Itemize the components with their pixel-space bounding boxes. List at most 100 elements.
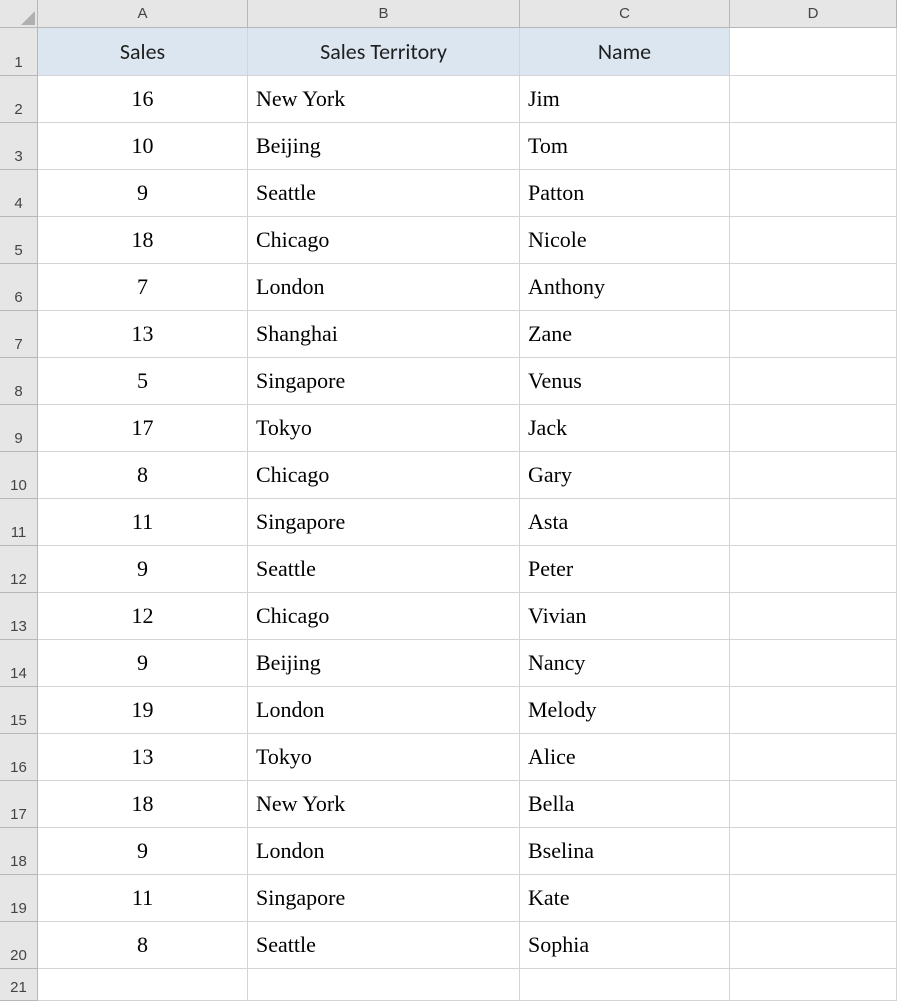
column-header-B[interactable]: B — [248, 0, 520, 28]
row-header-2[interactable]: 2 — [0, 76, 38, 123]
cell-territory[interactable]: Tokyo — [248, 405, 520, 452]
cell-sales[interactable]: 18 — [38, 781, 248, 828]
cell-sales[interactable]: 18 — [38, 217, 248, 264]
cell-name[interactable]: Venus — [520, 358, 730, 405]
cell-sales[interactable]: 16 — [38, 76, 248, 123]
cell-sales[interactable]: 9 — [38, 170, 248, 217]
cell-name[interactable]: Patton — [520, 170, 730, 217]
row-header-18[interactable]: 18 — [0, 828, 38, 875]
cell-D15[interactable] — [730, 687, 897, 734]
cell-name[interactable]: Anthony — [520, 264, 730, 311]
row-header-20[interactable]: 20 — [0, 922, 38, 969]
cell-name[interactable]: Bella — [520, 781, 730, 828]
cell-sales[interactable]: 7 — [38, 264, 248, 311]
cell-D11[interactable] — [730, 499, 897, 546]
cell-territory[interactable]: Tokyo — [248, 734, 520, 781]
row-header-3[interactable]: 3 — [0, 123, 38, 170]
column-header-C[interactable]: C — [520, 0, 730, 28]
spreadsheet-grid[interactable]: ABCD1SalesSales TerritoryName216New York… — [0, 0, 897, 1001]
column-header-A[interactable]: A — [38, 0, 248, 28]
row-header-15[interactable]: 15 — [0, 687, 38, 734]
cell-sales[interactable]: 11 — [38, 875, 248, 922]
header-sales[interactable]: Sales — [38, 28, 248, 76]
cell-D9[interactable] — [730, 405, 897, 452]
cell-territory[interactable]: New York — [248, 76, 520, 123]
row-header-6[interactable]: 6 — [0, 264, 38, 311]
cell-territory[interactable]: Singapore — [248, 499, 520, 546]
cell-sales[interactable]: 8 — [38, 922, 248, 969]
cell-territory[interactable]: Seattle — [248, 922, 520, 969]
row-header-4[interactable]: 4 — [0, 170, 38, 217]
cell-name[interactable]: Bselina — [520, 828, 730, 875]
cell-D12[interactable] — [730, 546, 897, 593]
cell-D21[interactable] — [730, 969, 897, 1001]
row-header-19[interactable]: 19 — [0, 875, 38, 922]
cell-sales[interactable]: 5 — [38, 358, 248, 405]
cell-territory[interactable]: Beijing — [248, 640, 520, 687]
cell-D6[interactable] — [730, 264, 897, 311]
cell-name[interactable]: Melody — [520, 687, 730, 734]
row-header-7[interactable]: 7 — [0, 311, 38, 358]
cell-name[interactable]: Jim — [520, 76, 730, 123]
cell-name[interactable]: Peter — [520, 546, 730, 593]
row-header-21[interactable]: 21 — [0, 969, 38, 1001]
cell-D20[interactable] — [730, 922, 897, 969]
cell-D5[interactable] — [730, 217, 897, 264]
cell-name[interactable]: Vivian — [520, 593, 730, 640]
cell-name[interactable]: Nancy — [520, 640, 730, 687]
cell-territory[interactable]: London — [248, 828, 520, 875]
cell-territory[interactable]: Shanghai — [248, 311, 520, 358]
cell-A21[interactable] — [38, 969, 248, 1001]
cell-sales[interactable]: 13 — [38, 311, 248, 358]
cell-name[interactable]: Asta — [520, 499, 730, 546]
cell-territory[interactable]: New York — [248, 781, 520, 828]
cell-name[interactable]: Gary — [520, 452, 730, 499]
cell-D8[interactable] — [730, 358, 897, 405]
cell-sales[interactable]: 9 — [38, 828, 248, 875]
cell-name[interactable]: Alice — [520, 734, 730, 781]
cell-name[interactable]: Zane — [520, 311, 730, 358]
cell-sales[interactable]: 8 — [38, 452, 248, 499]
cell-D13[interactable] — [730, 593, 897, 640]
cell-territory[interactable]: Chicago — [248, 452, 520, 499]
cell-sales[interactable]: 19 — [38, 687, 248, 734]
row-header-16[interactable]: 16 — [0, 734, 38, 781]
cell-territory[interactable]: Seattle — [248, 170, 520, 217]
header-name[interactable]: Name — [520, 28, 730, 76]
row-header-5[interactable]: 5 — [0, 217, 38, 264]
row-header-9[interactable]: 9 — [0, 405, 38, 452]
cell-sales[interactable]: 11 — [38, 499, 248, 546]
cell-name[interactable]: Kate — [520, 875, 730, 922]
row-header-8[interactable]: 8 — [0, 358, 38, 405]
cell-B21[interactable] — [248, 969, 520, 1001]
cell-name[interactable]: Nicole — [520, 217, 730, 264]
cell-D1[interactable] — [730, 28, 897, 76]
row-header-17[interactable]: 17 — [0, 781, 38, 828]
cell-territory[interactable]: Chicago — [248, 593, 520, 640]
cell-territory[interactable]: Singapore — [248, 358, 520, 405]
cell-D10[interactable] — [730, 452, 897, 499]
cell-territory[interactable]: Chicago — [248, 217, 520, 264]
row-header-11[interactable]: 11 — [0, 499, 38, 546]
cell-name[interactable]: Sophia — [520, 922, 730, 969]
row-header-14[interactable]: 14 — [0, 640, 38, 687]
cell-territory[interactable]: Beijing — [248, 123, 520, 170]
cell-sales[interactable]: 9 — [38, 640, 248, 687]
cell-sales[interactable]: 13 — [38, 734, 248, 781]
row-header-13[interactable]: 13 — [0, 593, 38, 640]
cell-territory[interactable]: Singapore — [248, 875, 520, 922]
row-header-10[interactable]: 10 — [0, 452, 38, 499]
column-header-D[interactable]: D — [730, 0, 897, 28]
cell-D14[interactable] — [730, 640, 897, 687]
cell-D19[interactable] — [730, 875, 897, 922]
row-header-1[interactable]: 1 — [0, 28, 38, 76]
cell-sales[interactable]: 12 — [38, 593, 248, 640]
cell-C21[interactable] — [520, 969, 730, 1001]
cell-territory[interactable]: London — [248, 687, 520, 734]
cell-D2[interactable] — [730, 76, 897, 123]
select-all-corner[interactable] — [0, 0, 38, 28]
cell-D16[interactable] — [730, 734, 897, 781]
cell-D17[interactable] — [730, 781, 897, 828]
cell-D7[interactable] — [730, 311, 897, 358]
cell-name[interactable]: Tom — [520, 123, 730, 170]
